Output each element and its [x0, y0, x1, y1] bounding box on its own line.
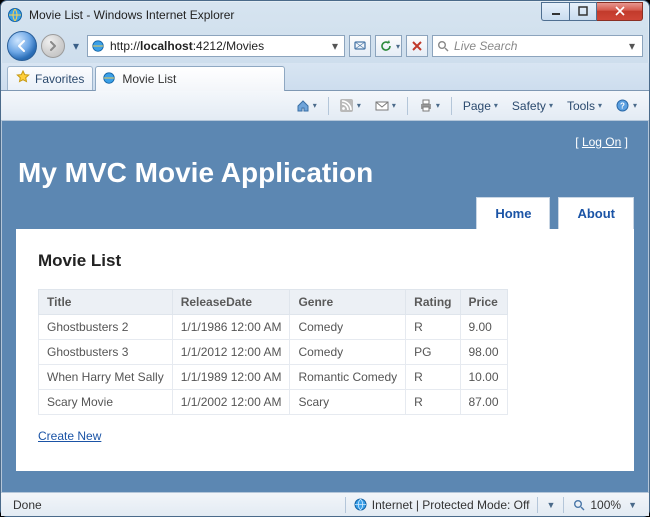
- back-button[interactable]: [7, 31, 37, 61]
- content-viewport: [ Log On ] My MVC Movie Application Home…: [1, 121, 649, 492]
- svg-text:?: ?: [621, 102, 626, 111]
- chevron-down-icon: ▾: [396, 42, 400, 51]
- logon-link[interactable]: Log On: [582, 135, 621, 149]
- col-releasedate: ReleaseDate: [172, 290, 290, 315]
- nav-home[interactable]: Home: [476, 197, 550, 229]
- home-button[interactable]: ▾: [290, 95, 323, 117]
- separator: [407, 97, 408, 115]
- read-mail-button[interactable]: ▾: [369, 95, 402, 117]
- address-bar[interactable]: http://localhost:4212/Movies ▾: [87, 35, 345, 57]
- zoom-icon: [572, 498, 586, 512]
- browser-window: Movie List - Windows Internet Explorer ▾…: [0, 0, 650, 517]
- recent-pages-dropdown[interactable]: ▾: [69, 35, 83, 57]
- tabs-row: Favorites Movie List: [1, 63, 649, 91]
- col-price: Price: [460, 290, 507, 315]
- nav-menu: Home About: [16, 197, 634, 229]
- window-title: Movie List - Windows Internet Explorer: [29, 8, 541, 22]
- tab-title: Movie List: [122, 72, 176, 86]
- logon-area: [ Log On ]: [16, 131, 634, 157]
- list-heading: Movie List: [38, 251, 612, 271]
- refresh-button[interactable]: ▾: [375, 35, 402, 57]
- search-icon: [436, 39, 450, 53]
- home-icon: [296, 99, 310, 113]
- separator: [328, 97, 329, 115]
- address-text: http://localhost:4212/Movies: [110, 39, 328, 53]
- protected-mode-dropdown[interactable]: ▼: [538, 493, 563, 516]
- forward-button[interactable]: [41, 34, 65, 58]
- print-button[interactable]: ▾: [413, 95, 446, 117]
- page-body: [ Log On ] My MVC Movie Application Home…: [2, 121, 648, 492]
- page-menu[interactable]: Page▾: [457, 95, 504, 117]
- search-box[interactable]: Live Search ▾: [432, 35, 643, 57]
- content-panel: Movie List Title ReleaseDate Genre Ratin…: [16, 229, 634, 471]
- minimize-button[interactable]: [541, 2, 569, 21]
- zoom-cell[interactable]: 100% ▼: [564, 493, 645, 516]
- col-genre: Genre: [290, 290, 406, 315]
- status-bar: Done Internet | Protected Mode: Off ▼ 10…: [1, 492, 649, 516]
- status-text: Done: [5, 493, 345, 516]
- page-icon: [90, 38, 106, 54]
- table-row: When Harry Met Sally 1/1/1989 12:00 AM R…: [39, 365, 508, 390]
- close-button[interactable]: [597, 2, 643, 21]
- separator: [451, 97, 452, 115]
- navigation-bar: ▾ http://localhost:4212/Movies ▾ ▾ Live …: [1, 29, 649, 63]
- nav-about[interactable]: About: [558, 197, 634, 229]
- maximize-button[interactable]: [569, 2, 597, 21]
- help-button[interactable]: ?▾: [610, 95, 643, 117]
- tab-movie-list[interactable]: Movie List: [95, 66, 285, 91]
- window-controls: [541, 2, 643, 21]
- create-new-link[interactable]: Create New: [38, 429, 101, 443]
- safety-menu[interactable]: Safety▾: [506, 95, 559, 117]
- ie-page-icon: [102, 71, 116, 88]
- command-bar: ▾ ▾ ▾ ▾ Page▾ Safety▾ Tools▾ ?▾: [1, 91, 649, 121]
- zone-text: Internet | Protected Mode: Off: [372, 498, 530, 512]
- help-icon: ?: [616, 99, 630, 113]
- stop-button[interactable]: [406, 35, 428, 57]
- col-title: Title: [39, 290, 173, 315]
- feeds-button[interactable]: ▾: [334, 95, 367, 117]
- mail-icon: [375, 99, 389, 113]
- favorites-label: Favorites: [35, 72, 84, 86]
- ie-icon: [7, 7, 23, 23]
- page-title: My MVC Movie Application: [18, 157, 634, 189]
- table-header-row: Title ReleaseDate Genre Rating Price: [39, 290, 508, 315]
- col-rating: Rating: [406, 290, 460, 315]
- star-icon: [16, 70, 30, 87]
- globe-icon: [354, 498, 368, 512]
- titlebar: Movie List - Windows Internet Explorer: [1, 1, 649, 29]
- rss-icon: [340, 99, 354, 113]
- table-row: Scary Movie 1/1/2002 12:00 AM Scary R 87…: [39, 390, 508, 415]
- movies-table: Title ReleaseDate Genre Rating Price Gho…: [38, 289, 508, 415]
- table-row: Ghostbusters 3 1/1/2012 12:00 AM Comedy …: [39, 340, 508, 365]
- zone-cell[interactable]: Internet | Protected Mode: Off: [346, 493, 538, 516]
- table-row: Ghostbusters 2 1/1/1986 12:00 AM Comedy …: [39, 315, 508, 340]
- compat-view-button[interactable]: [349, 35, 371, 57]
- search-placeholder: Live Search: [454, 39, 625, 53]
- printer-icon: [419, 99, 433, 113]
- address-dropdown[interactable]: ▾: [328, 39, 342, 53]
- search-dropdown[interactable]: ▾: [625, 39, 639, 53]
- favorites-button[interactable]: Favorites: [7, 66, 93, 90]
- tools-menu[interactable]: Tools▾: [561, 95, 608, 117]
- zoom-text: 100%: [590, 498, 621, 512]
